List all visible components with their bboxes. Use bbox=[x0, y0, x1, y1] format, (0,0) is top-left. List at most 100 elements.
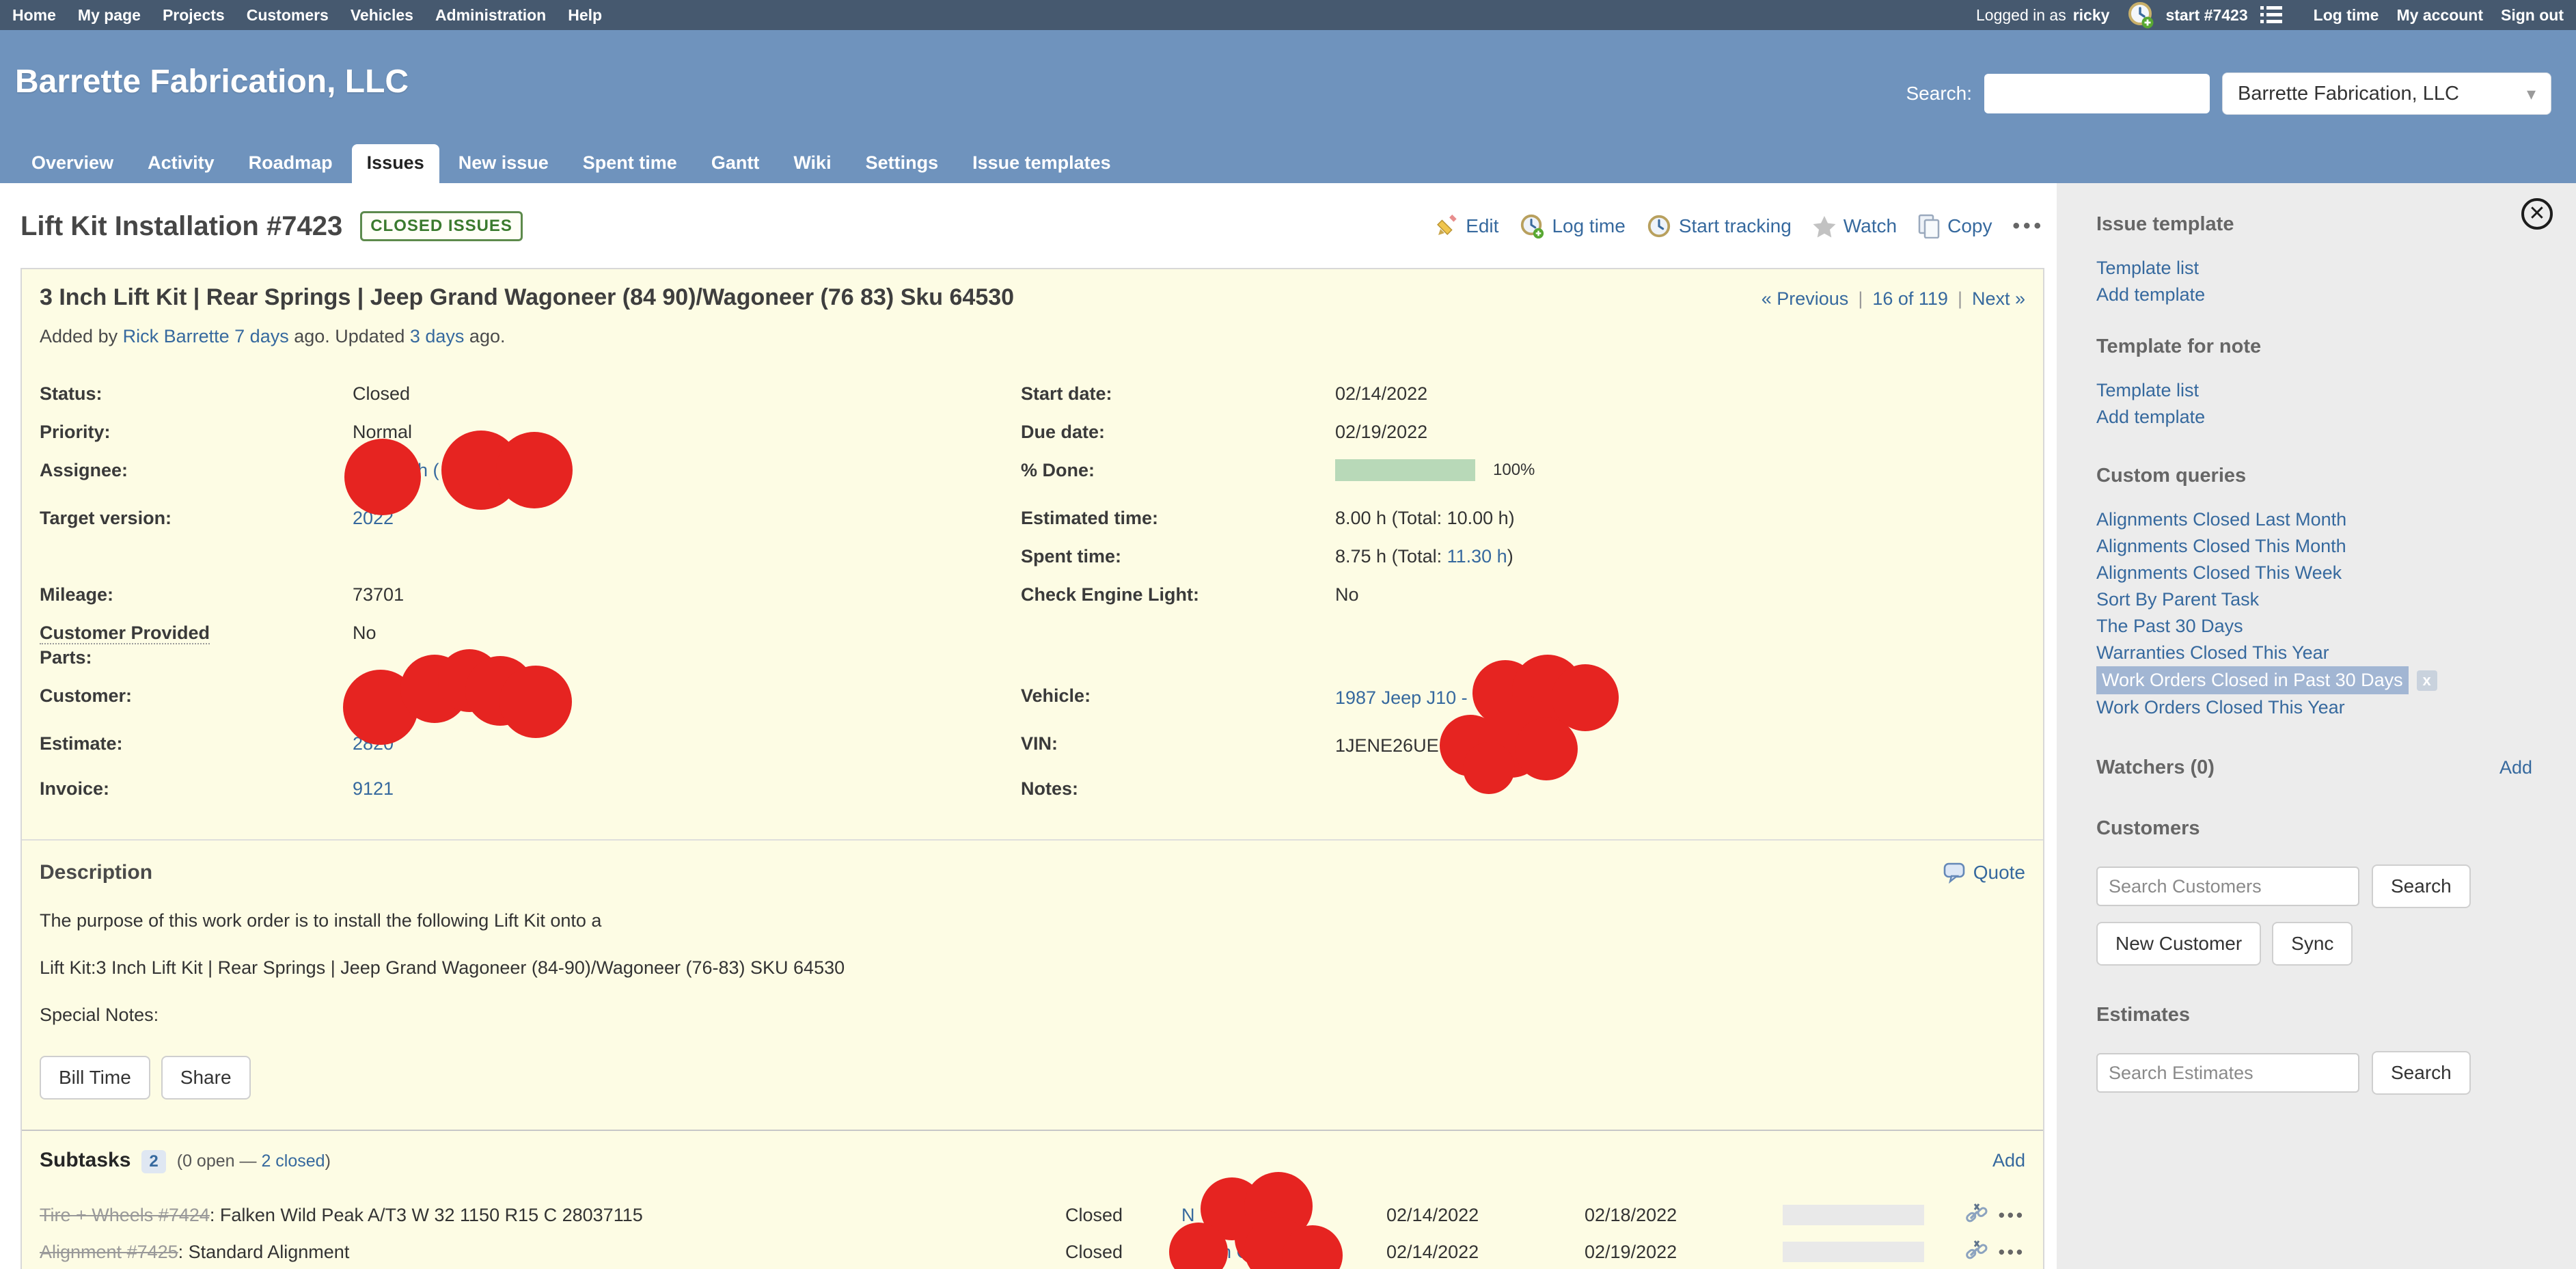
tab-issues[interactable]: Issues bbox=[352, 144, 439, 183]
top-menu-help[interactable]: Help bbox=[568, 6, 602, 25]
main-column: Lift Kit Installation #7423 CLOSED ISSUE… bbox=[0, 183, 2057, 1269]
star-icon bbox=[1812, 215, 1837, 238]
bill-time-button[interactable]: Bill Time bbox=[40, 1056, 150, 1100]
search-estimates-button[interactable]: Search bbox=[2372, 1051, 2471, 1095]
pencil-icon bbox=[1436, 215, 1459, 238]
note-add-template-link[interactable]: Add template bbox=[2096, 404, 2532, 431]
issue-position-link[interactable]: 16 of 119 bbox=[1872, 288, 1948, 310]
tab-spent-time[interactable]: Spent time bbox=[568, 144, 692, 183]
my-account-link[interactable]: My account bbox=[2396, 6, 2483, 25]
subtasks-summary: (0 open — 2 closed) bbox=[177, 1151, 331, 1171]
note-template-list-link[interactable]: Template list bbox=[2096, 377, 2532, 404]
customer-provided-line1: Customer Provided bbox=[40, 623, 210, 644]
search-customers-button[interactable]: Search bbox=[2372, 864, 2471, 908]
author-link[interactable]: Rick Barrette bbox=[123, 326, 230, 346]
progress-bar bbox=[1335, 459, 1475, 481]
subtask-issue-link[interactable]: Tire + Wheels #7424 bbox=[40, 1205, 210, 1225]
custom-query-link[interactable]: Alignments Closed This Week bbox=[2096, 560, 2532, 586]
top-menu-customers[interactable]: Customers bbox=[247, 6, 329, 25]
unlink-icon[interactable] bbox=[1964, 1203, 1989, 1227]
notes-label: Notes: bbox=[1021, 769, 1335, 808]
copy-button[interactable]: Copy bbox=[1917, 214, 1992, 238]
tab-overview[interactable]: Overview bbox=[16, 144, 128, 183]
tab-issue-templates[interactable]: Issue templates bbox=[957, 144, 1126, 183]
top-menu-vehicles[interactable]: Vehicles bbox=[351, 6, 413, 25]
clear-query-icon[interactable]: x bbox=[2417, 670, 2437, 691]
custom-query-link[interactable]: The Past 30 Days bbox=[2096, 613, 2532, 640]
previous-issue-link[interactable]: « Previous bbox=[1762, 288, 1849, 310]
vehicle-link[interactable]: 1987 Jeep J10 - bbox=[1335, 687, 1468, 708]
added-ago-link[interactable]: 7 days bbox=[234, 326, 289, 346]
tab-roadmap[interactable]: Roadmap bbox=[234, 144, 348, 183]
next-issue-link[interactable]: Next » bbox=[1972, 288, 2025, 310]
mileage-value: 73701 bbox=[353, 575, 1021, 614]
custom-query-link[interactable]: Alignments Closed This Month bbox=[2096, 533, 2532, 560]
start-tracking-button[interactable]: Start tracking bbox=[1646, 213, 1792, 239]
more-actions-button[interactable]: ••• bbox=[2012, 215, 2044, 238]
customers-heading: Customers bbox=[2096, 817, 2532, 840]
redaction-scribble bbox=[1515, 718, 1578, 780]
subtask-assignee-link[interactable]: N bbox=[1181, 1205, 1195, 1225]
edit-button[interactable]: Edit bbox=[1436, 215, 1498, 238]
page: Home My page Projects Customers Vehicles… bbox=[0, 0, 2576, 1269]
customer-label: Customer: bbox=[40, 677, 353, 724]
search-customers-input[interactable] bbox=[2096, 867, 2359, 906]
tab-activity[interactable]: Activity bbox=[133, 144, 230, 183]
subtask-row: Tire + Wheels #7424: Falken Wild Peak A/… bbox=[40, 1197, 2025, 1233]
mileage-label: Mileage: bbox=[40, 575, 353, 614]
top-menu-projects[interactable]: Projects bbox=[163, 6, 225, 25]
subtasks-closed-link[interactable]: 2 closed bbox=[261, 1151, 325, 1171]
log-time-button[interactable]: Log time bbox=[1519, 213, 1625, 239]
tab-new-issue[interactable]: New issue bbox=[443, 144, 564, 183]
subtask-more-button[interactable]: ••• bbox=[1999, 1242, 2025, 1263]
custom-query-link[interactable]: Alignments Closed Last Month bbox=[2096, 506, 2532, 533]
log-time-link[interactable]: Log time bbox=[2314, 6, 2379, 25]
custom-query-link[interactable]: Warranties Closed This Year bbox=[2096, 640, 2532, 666]
chevron-down-icon: ▾ bbox=[2527, 83, 2536, 105]
subtask-assignee: h C bbox=[1181, 1242, 1386, 1263]
timer-clock-icon[interactable] bbox=[2127, 1, 2154, 29]
description-paragraph: The purpose of this work order is to ins… bbox=[40, 910, 2025, 931]
selected-custom-query-label[interactable]: Work Orders Closed in Past 30 Days bbox=[2096, 666, 2409, 694]
updated-ago-link[interactable]: 3 days bbox=[410, 326, 465, 346]
search-input[interactable] bbox=[1984, 74, 2210, 113]
unlink-icon[interactable] bbox=[1964, 1240, 1989, 1264]
subtask-start-date: 02/14/2022 bbox=[1386, 1242, 1585, 1263]
search-estimates-input[interactable] bbox=[2096, 1053, 2359, 1093]
top-menu-my-page[interactable]: My page bbox=[78, 6, 141, 25]
spent-time-total-link[interactable]: 11.30 h bbox=[1447, 546, 1507, 567]
empty-cell bbox=[1021, 614, 1335, 677]
watch-button[interactable]: Watch bbox=[1812, 215, 1897, 238]
subtask-more-button[interactable]: ••• bbox=[1999, 1205, 2025, 1226]
estimates-heading: Estimates bbox=[2096, 1004, 2532, 1026]
template-list-link[interactable]: Template list bbox=[2096, 255, 2532, 282]
add-subtask-link[interactable]: Add bbox=[1992, 1150, 2025, 1171]
start-timer-link[interactable]: start #7423 bbox=[2165, 6, 2247, 25]
subtask-due-date: 02/19/2022 bbox=[1585, 1242, 1783, 1263]
timer-list-icon[interactable] bbox=[2259, 4, 2284, 26]
share-button[interactable]: Share bbox=[161, 1056, 251, 1100]
custom-query-link[interactable]: Work Orders Closed This Year bbox=[2096, 694, 2532, 721]
sync-button[interactable]: Sync bbox=[2272, 922, 2353, 966]
project-select[interactable]: Barrette Fabrication, LLC ▾ bbox=[2222, 72, 2551, 115]
add-template-link[interactable]: Add template bbox=[2096, 282, 2532, 308]
subtask-issue-link[interactable]: Alignment #7425 bbox=[40, 1242, 178, 1262]
copy-icon bbox=[1917, 214, 1941, 238]
new-customer-button[interactable]: New Customer bbox=[2096, 922, 2261, 966]
ago-text: ago. bbox=[464, 326, 505, 346]
logged-in-user-link[interactable]: ricky bbox=[2073, 6, 2110, 25]
add-watcher-link[interactable]: Add bbox=[2499, 757, 2532, 778]
custom-query-link[interactable]: Sort By Parent Task bbox=[2096, 586, 2532, 613]
top-menu-administration[interactable]: Administration bbox=[435, 6, 546, 25]
quote-button[interactable]: Quote bbox=[1943, 862, 2025, 884]
estimated-time-label: Estimated time: bbox=[1021, 499, 1335, 537]
tab-gantt[interactable]: Gantt bbox=[696, 144, 775, 183]
top-menu-home[interactable]: Home bbox=[12, 6, 56, 25]
tab-settings[interactable]: Settings bbox=[851, 144, 954, 183]
close-icon[interactable]: ✕ bbox=[2521, 198, 2553, 230]
tab-wiki[interactable]: Wiki bbox=[778, 144, 846, 183]
sign-out-link[interactable]: Sign out bbox=[2501, 6, 2564, 25]
invoice-link[interactable]: 9121 bbox=[353, 778, 394, 799]
note-template-heading: Template for note bbox=[2096, 336, 2532, 358]
status-label: Status: bbox=[40, 374, 353, 413]
